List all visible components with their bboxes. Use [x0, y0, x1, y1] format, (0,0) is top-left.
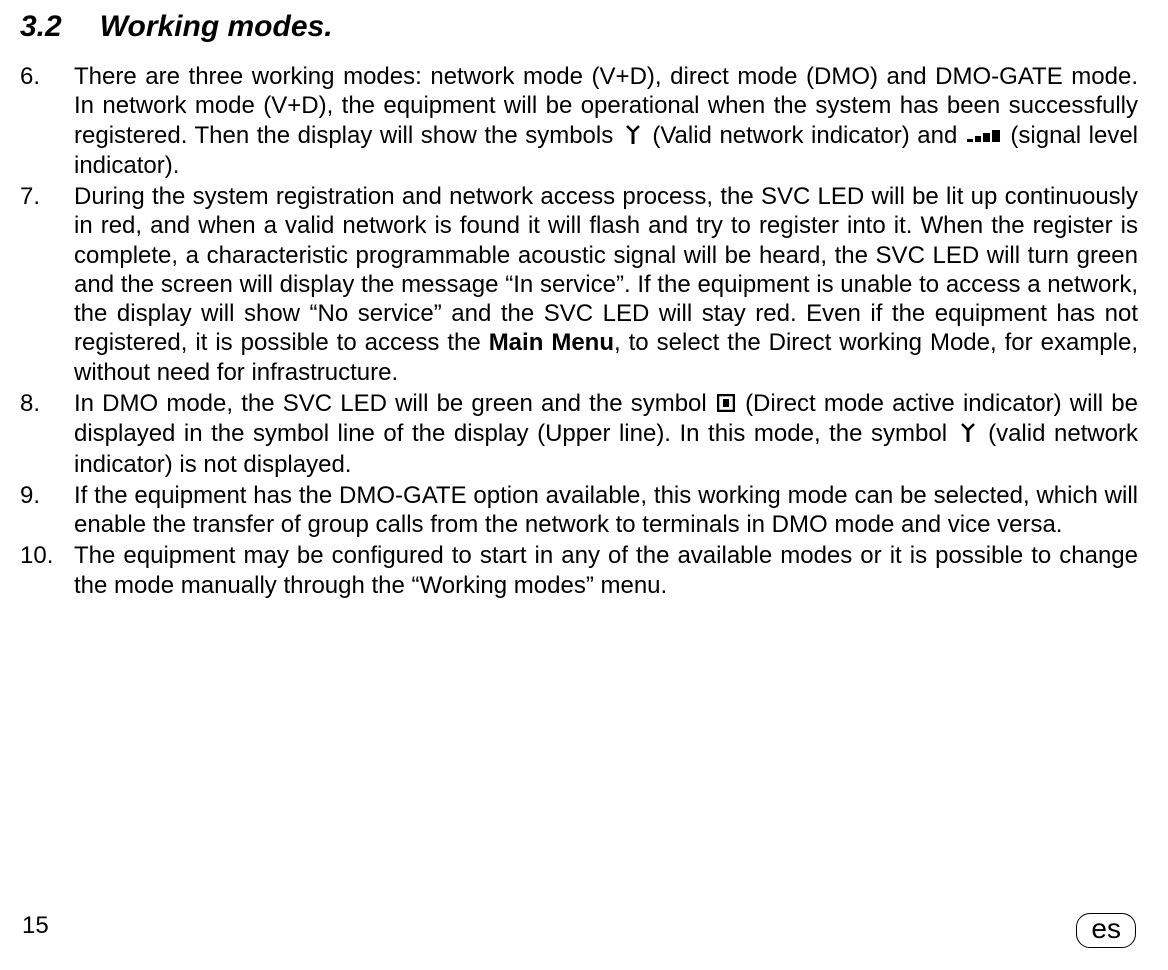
item-content: During the system registration and netwo…: [74, 182, 1138, 387]
item-content: If the equipment has the DMO-GATE option…: [74, 481, 1138, 540]
list-item: 7. During the system registration and ne…: [20, 182, 1138, 387]
item-marker: 6.: [20, 62, 74, 180]
signal-bars-icon: [967, 122, 1001, 151]
antenna-icon: [958, 420, 978, 449]
item-marker: 9.: [20, 481, 74, 540]
language-badge: es: [1076, 913, 1136, 948]
page-number: 15: [22, 912, 49, 940]
list-item: 6. There are three working modes: networ…: [20, 62, 1138, 180]
item-content: The equipment may be configured to start…: [74, 541, 1138, 600]
list-item: 8. In DMO mode, the SVC LED will be gree…: [20, 389, 1138, 479]
section-heading: 3.2 Working modes.: [20, 10, 1138, 44]
bold-text: Main Menu: [489, 329, 614, 356]
text: The equipment may be configured to start…: [74, 542, 1138, 598]
item-marker: 10.: [20, 541, 74, 600]
antenna-icon: [623, 122, 643, 151]
item-content: In DMO mode, the SVC LED will be green a…: [74, 389, 1138, 479]
list-item: 9. If the equipment has the DMO-GATE opt…: [20, 481, 1138, 540]
direct-mode-icon: [717, 390, 735, 419]
section-number: 3.2: [20, 10, 62, 44]
item-marker: 8.: [20, 389, 74, 479]
section-title: Working modes.: [100, 10, 333, 43]
text: If the equipment has the DMO-GATE option…: [74, 482, 1138, 538]
list-item: 10. The equipment may be configured to s…: [20, 541, 1138, 600]
text: (Valid network indicator) and: [652, 122, 965, 149]
item-content: There are three working modes: network m…: [74, 62, 1138, 180]
ordered-list: 6. There are three working modes: networ…: [20, 62, 1138, 600]
item-marker: 7.: [20, 182, 74, 387]
text: In DMO mode, the SVC LED will be green a…: [74, 390, 715, 417]
